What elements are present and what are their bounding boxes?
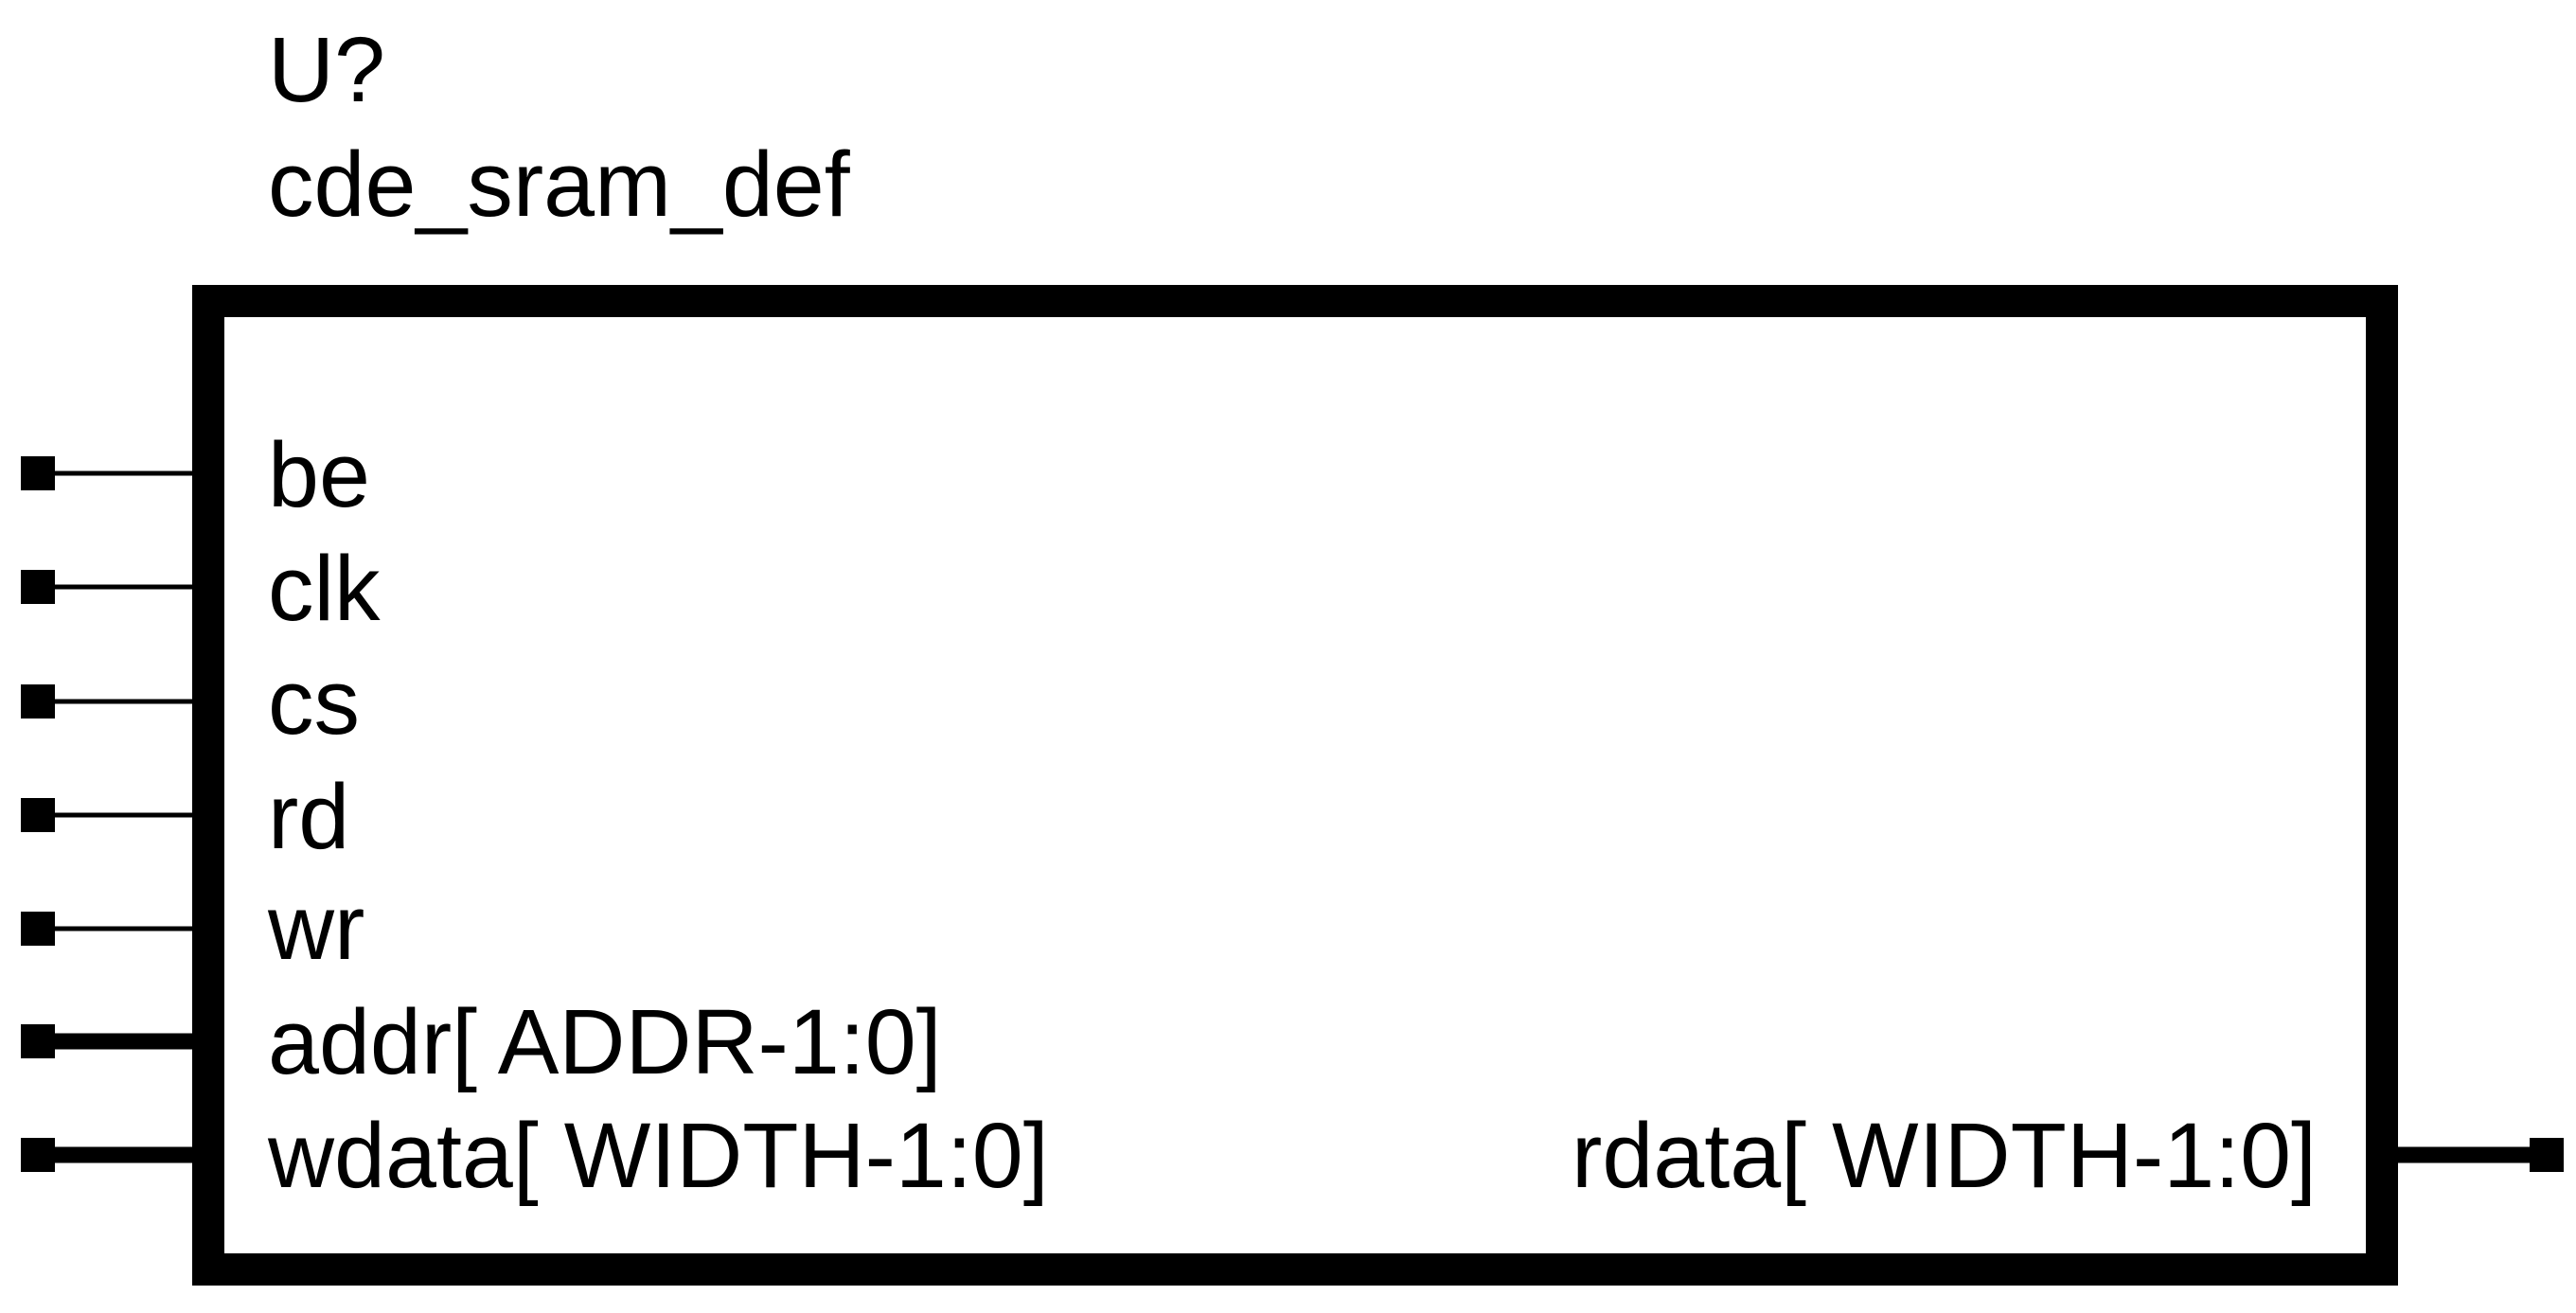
pin-rdata-bus: rdata[ WIDTH-1:0] xyxy=(1572,1104,2564,1207)
pin-terminal[interactable] xyxy=(21,798,55,832)
pin-rd: rd xyxy=(21,765,349,868)
pin-label-clk: clk xyxy=(268,537,381,640)
pin-label-be: be xyxy=(268,423,370,526)
pin-terminal[interactable] xyxy=(2530,1138,2564,1172)
pin-label-cs: cs xyxy=(268,650,360,754)
pin-terminal[interactable] xyxy=(21,570,55,604)
pin-terminal[interactable] xyxy=(21,1024,55,1058)
pin-wdata-bus: wdata[ WIDTH-1:0] xyxy=(21,1104,1049,1207)
pin-terminal[interactable] xyxy=(21,456,55,490)
pin-label-addr: addr[ ADDR-1:0] xyxy=(268,990,942,1093)
pin-terminal[interactable] xyxy=(21,912,55,946)
pin-label-wr: wr xyxy=(267,876,364,979)
pin-label-wdata: wdata[ WIDTH-1:0] xyxy=(267,1104,1049,1207)
pin-label-rd: rd xyxy=(268,765,349,868)
pin-terminal[interactable] xyxy=(21,1138,55,1172)
pin-addr-bus: addr[ ADDR-1:0] xyxy=(21,990,942,1093)
pin-terminal[interactable] xyxy=(21,684,55,719)
pin-label-rdata: rdata[ WIDTH-1:0] xyxy=(1572,1104,2317,1207)
component-name: cde_sram_def xyxy=(268,133,851,236)
reference-designator: U? xyxy=(268,18,385,121)
schematic-symbol: U? cde_sram_def be clk cs rd wr addr[ AD… xyxy=(21,18,2564,1286)
pin-cs: cs xyxy=(21,650,360,754)
